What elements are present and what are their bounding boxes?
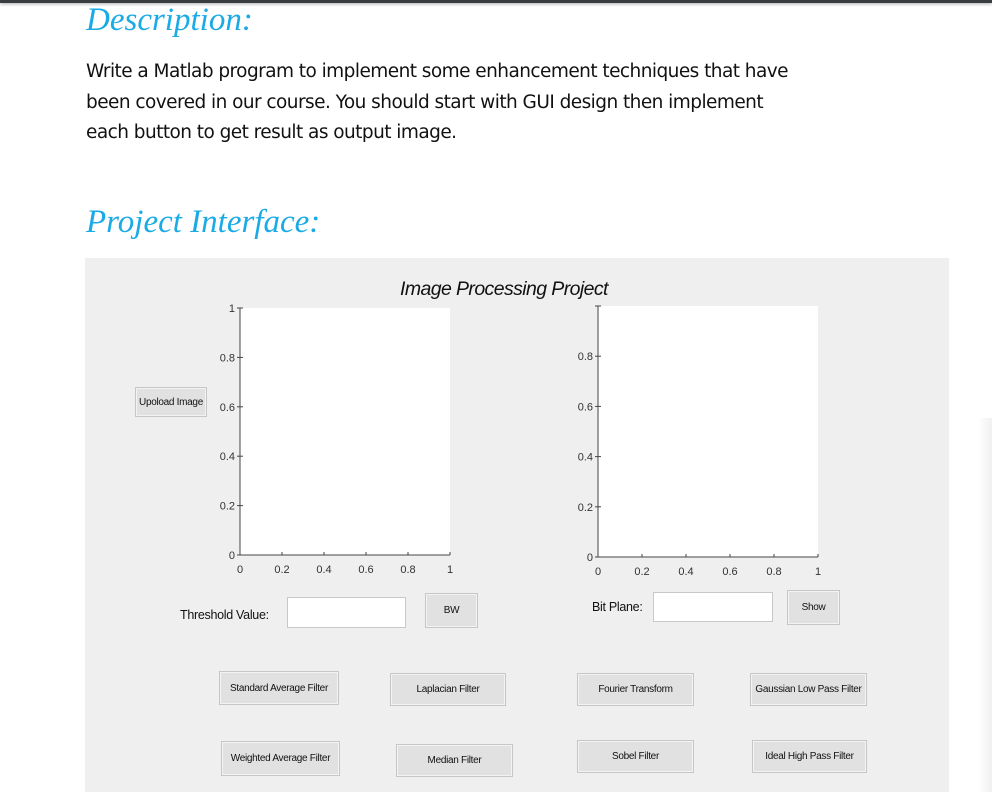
bit-plane-input[interactable]	[653, 592, 773, 622]
sobel-filter-button[interactable]: Sobel Filter	[577, 740, 694, 773]
standard-average-filter-button[interactable]: Standard Average Filter	[219, 671, 339, 705]
ideal-high-pass-filter-button[interactable]: Ideal High Pass Filter	[752, 740, 867, 773]
median-filter-button[interactable]: Median Filter	[396, 744, 513, 777]
output-axes-x-tick-label: 0.4	[678, 566, 693, 578]
output-axes-plot-area	[598, 306, 818, 557]
output-axes-y-tick-label: 0.4	[578, 452, 593, 464]
output-axes-x-tick-label: 0.2	[634, 566, 649, 578]
output-axes-x-tick-label: 0.8	[766, 566, 781, 578]
laplacian-filter-button[interactable]: Laplacian Filter	[390, 673, 506, 706]
bw-button[interactable]: BW	[425, 593, 478, 628]
output-axes-x-tick-label: 0.6	[722, 566, 737, 578]
output-axes-x-tick-label: 1	[815, 566, 821, 578]
output-axes-y-tick-label: 0.6	[578, 401, 593, 413]
bit-plane-label: Bit Plane:	[592, 600, 643, 614]
show-button[interactable]: Show	[787, 590, 840, 625]
gaussian-low-pass-filter-button[interactable]: Gaussian Low Pass Filter	[750, 673, 867, 706]
weighted-average-filter-button[interactable]: Weighted Average Filter	[221, 741, 340, 776]
output-axes-x-tick-label: 0	[595, 566, 601, 578]
output-axes-y-tick-label: 0.2	[578, 502, 593, 514]
threshold-label: Threshold Value:	[180, 608, 269, 622]
threshold-input[interactable]	[287, 597, 406, 628]
output-axes-y-tick-label: 0.8	[578, 351, 593, 363]
output-axes-y-tick-label: 0	[587, 552, 593, 564]
fourier-transform-button[interactable]: Fourier Transform	[577, 673, 694, 706]
